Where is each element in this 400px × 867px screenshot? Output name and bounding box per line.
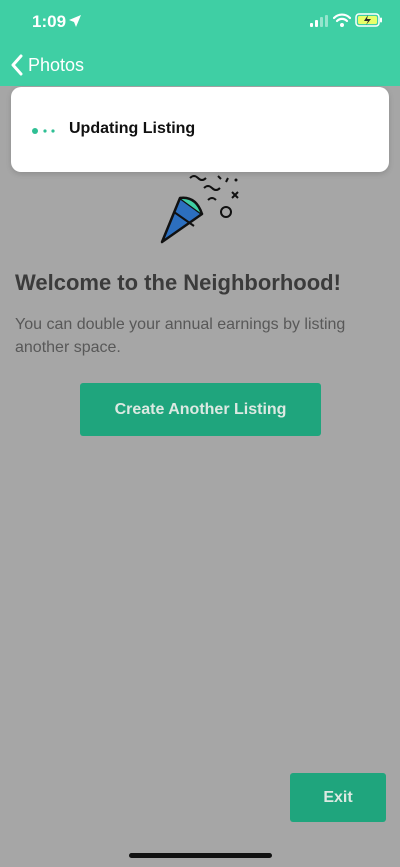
exit-button[interactable]: Exit <box>290 773 386 822</box>
location-arrow-icon <box>69 15 81 27</box>
back-button[interactable]: Photos <box>10 52 84 78</box>
updating-toast: Updating Listing <box>11 87 389 172</box>
signal-icon <box>310 15 328 27</box>
battery-icon <box>355 13 382 27</box>
back-label: Photos <box>28 54 85 75</box>
status-time: 1:09 <box>32 12 67 31</box>
party-popper-icon <box>160 175 239 244</box>
chevron-left-icon <box>11 54 23 76</box>
create-another-listing-button[interactable]: Create Another Listing <box>80 383 321 436</box>
welcome-title: Welcome to the Neighborhood! <box>15 270 341 295</box>
status-bar: 1:09 <box>0 0 400 44</box>
home-indicator <box>129 853 272 858</box>
loading-dots-icon <box>32 128 55 134</box>
toast-text: Updating Listing <box>69 120 196 137</box>
wifi-icon <box>333 13 351 27</box>
welcome-description: You can double your annual earnings by l… <box>15 316 346 356</box>
nav-bar: Photos <box>0 44 400 86</box>
header: 1:09 Photos <box>0 0 400 86</box>
